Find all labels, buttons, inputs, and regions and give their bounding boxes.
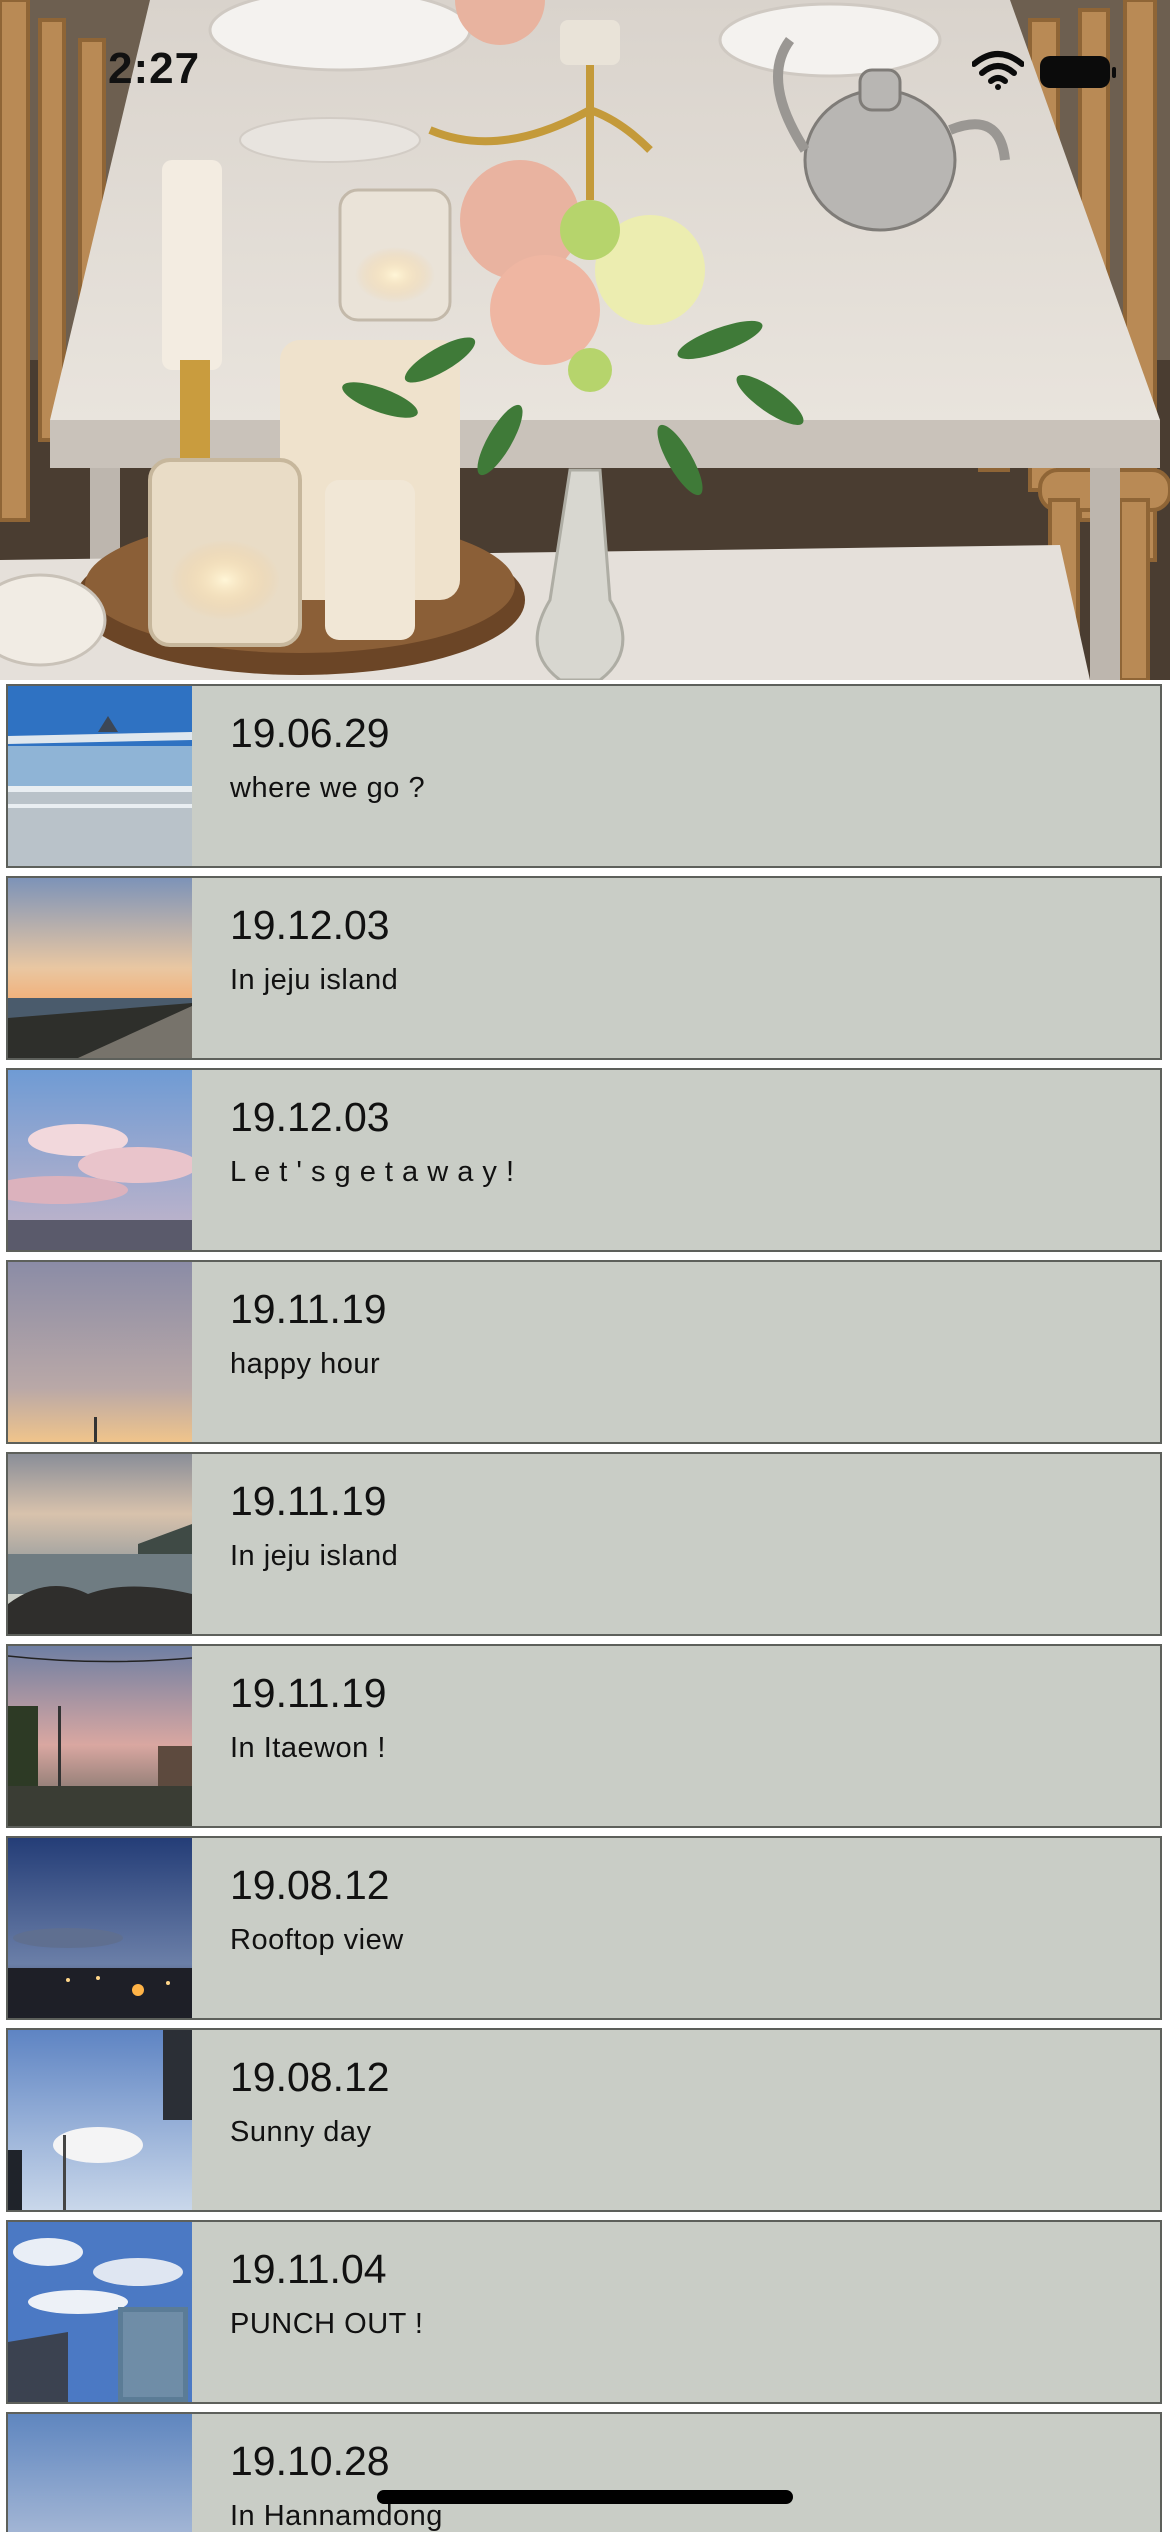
entry-caption: where we go ? — [230, 772, 426, 804]
entry-caption: In Itaewon ! — [230, 1732, 386, 1764]
blue-sky-photo — [8, 2030, 192, 2210]
list-item[interactable]: 19.12.03 In jeju island — [6, 876, 1162, 1060]
list-item[interactable]: 19.11.19 In jeju island — [6, 1452, 1162, 1636]
pink-clouds-photo — [8, 1070, 192, 1250]
home-indicator[interactable] — [377, 2490, 793, 2504]
entry-date: 19.06.29 — [230, 710, 390, 756]
entry-caption: In jeju island — [230, 964, 399, 996]
entry-date: 19.10.28 — [230, 2438, 390, 2484]
entry-caption: L e t ' s g e t a w a y ! — [230, 1156, 515, 1188]
entry-caption: happy hour — [230, 1348, 381, 1380]
list-item[interactable]: 19.06.29 where we go ? — [6, 684, 1162, 868]
sunset-coast-photo — [8, 878, 192, 1058]
entry-date: 19.11.04 — [230, 2246, 387, 2292]
entry-caption: In Hannamdong — [230, 2500, 443, 2532]
list-item[interactable]: 19.11.19 happy hour — [6, 1260, 1162, 1444]
status-time: 2:27 — [108, 44, 201, 93]
diary-screen: 2:27 19.06.29 where we go ? 19.12.03 In … — [0, 0, 1170, 2532]
night-city-photo — [8, 1838, 192, 2018]
rocky-shore-photo — [8, 1454, 192, 1634]
entry-caption: Rooftop view — [230, 1924, 404, 1956]
entry-date: 19.12.03 — [230, 1094, 390, 1140]
entry-caption: Sunny day — [230, 2116, 372, 2148]
entry-date: 19.08.12 — [230, 2054, 390, 2100]
itaewon-street-photo — [8, 1646, 192, 1826]
entry-date: 19.11.19 — [230, 1478, 387, 1524]
battery-icon — [1040, 56, 1116, 88]
entry-date: 19.11.19 — [230, 1670, 387, 1716]
dusk-sky-photo — [8, 1262, 192, 1442]
buildings-clouds-photo — [8, 2222, 192, 2402]
list-item[interactable]: 19.08.12 Rooftop view — [6, 1836, 1162, 2020]
list-item[interactable]: 19.10.28 In Hannamdong — [6, 2412, 1162, 2532]
list-item[interactable]: 19.11.04 PUNCH OUT ! — [6, 2220, 1162, 2404]
wifi-icon — [972, 51, 1024, 90]
entry-date: 19.12.03 — [230, 902, 390, 948]
list-item[interactable]: 19.12.03 L e t ' s g e t a w a y ! — [6, 1068, 1162, 1252]
evening-sky-photo — [8, 2414, 192, 2532]
entry-caption: In jeju island — [230, 1540, 399, 1572]
entry-date: 19.11.19 — [230, 1286, 387, 1332]
status-bar: 2:27 — [0, 0, 1170, 140]
entry-date: 19.08.12 — [230, 1862, 390, 1908]
list-item[interactable]: 19.11.19 In Itaewon ! — [6, 1644, 1162, 1828]
list-item[interactable]: 19.08.12 Sunny day — [6, 2028, 1162, 2212]
bridge-sea-photo — [8, 686, 192, 866]
entry-caption: PUNCH OUT ! — [230, 2308, 424, 2340]
